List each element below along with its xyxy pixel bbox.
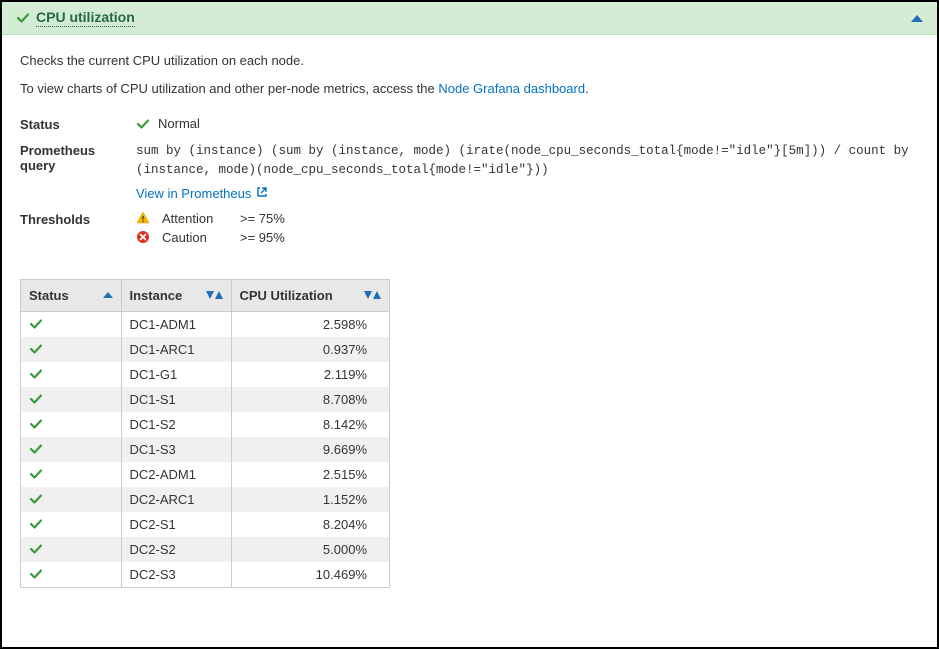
cell-instance: DC1-ARC1 (121, 337, 231, 362)
cell-cpu-util: 9.669% (231, 437, 389, 462)
cell-status (21, 387, 121, 412)
check-icon (29, 392, 113, 406)
check-icon (29, 367, 113, 381)
table-row: DC2-S25.000% (21, 537, 389, 562)
view-in-prometheus-label: View in Prometheus (136, 186, 251, 201)
panel-title: CPU utilization (36, 9, 135, 27)
cell-instance: DC2-ARC1 (121, 487, 231, 512)
column-header-instance[interactable]: Instance (121, 280, 231, 312)
prometheus-label: Prometheus query (20, 142, 130, 173)
table-row: DC1-S18.708% (21, 387, 389, 412)
cell-instance: DC1-ADM1 (121, 311, 231, 337)
cell-cpu-util: 10.469% (231, 562, 389, 587)
table-row: DC2-S18.204% (21, 512, 389, 537)
column-header-status-label: Status (29, 288, 69, 303)
table-row: DC2-S310.469% (21, 562, 389, 587)
cell-status (21, 311, 121, 337)
status-label: Status (20, 116, 130, 132)
cell-instance: DC1-G1 (121, 362, 231, 387)
table-row: DC1-S39.669% (21, 437, 389, 462)
prometheus-block: sum by (instance) (sum by (instance, mod… (136, 142, 919, 201)
sort-icon (206, 291, 223, 299)
check-icon (29, 517, 113, 531)
cell-cpu-util: 1.152% (231, 487, 389, 512)
description-prefix: To view charts of CPU utilization and ot… (20, 81, 438, 96)
panel-body: Checks the current CPU utilization on ea… (2, 35, 937, 608)
check-icon (29, 317, 113, 331)
description-line-2: To view charts of CPU utilization and ot… (20, 79, 919, 99)
cell-instance: DC2-S3 (121, 562, 231, 587)
cell-cpu-util: 2.119% (231, 362, 389, 387)
cell-instance: DC1-S2 (121, 412, 231, 437)
description-suffix: . (585, 81, 589, 96)
cell-instance: DC2-ADM1 (121, 462, 231, 487)
cell-status (21, 362, 121, 387)
threshold-caution-name: Caution (162, 230, 232, 245)
cell-status (21, 537, 121, 562)
panel-header[interactable]: CPU utilization (2, 2, 937, 35)
warning-icon (136, 211, 154, 225)
cell-status (21, 562, 121, 587)
check-icon (29, 542, 113, 556)
check-icon (29, 442, 113, 456)
cell-status (21, 512, 121, 537)
cell-instance: DC2-S1 (121, 512, 231, 537)
prometheus-query: sum by (instance) (sum by (instance, mod… (136, 142, 919, 180)
cell-cpu-util: 8.204% (231, 512, 389, 537)
table-row: DC1-G12.119% (21, 362, 389, 387)
sort-asc-icon (103, 292, 113, 298)
cell-cpu-util: 2.515% (231, 462, 389, 487)
threshold-attention-value: >= 75% (240, 211, 919, 226)
cell-status (21, 412, 121, 437)
cpu-table: Status Instance CPU Ut (20, 279, 390, 588)
cell-status (21, 337, 121, 362)
check-icon (16, 11, 30, 25)
cell-cpu-util: 8.708% (231, 387, 389, 412)
cell-cpu-util: 2.598% (231, 311, 389, 337)
table-row: DC2-ARC11.152% (21, 487, 389, 512)
column-header-status[interactable]: Status (21, 280, 121, 312)
cell-instance: DC1-S3 (121, 437, 231, 462)
check-icon (29, 417, 113, 431)
collapse-icon[interactable] (911, 15, 923, 22)
cell-instance: DC1-S1 (121, 387, 231, 412)
cell-status (21, 437, 121, 462)
check-icon (29, 567, 113, 581)
sort-icon (364, 291, 381, 299)
grafana-dashboard-link[interactable]: Node Grafana dashboard (438, 81, 585, 96)
status-value-row: Normal (136, 116, 919, 131)
table-row: DC1-S28.142% (21, 412, 389, 437)
view-in-prometheus-link[interactable]: View in Prometheus (136, 186, 268, 201)
thresholds-label: Thresholds (20, 211, 130, 227)
cell-instance: DC2-S2 (121, 537, 231, 562)
external-link-icon (256, 186, 268, 201)
thresholds-block: Attention >= 75% Caution >= 95% (136, 211, 919, 245)
description-line-1: Checks the current CPU utilization on ea… (20, 51, 919, 71)
threshold-attention-name: Attention (162, 211, 232, 226)
check-icon (29, 342, 113, 356)
check-icon (29, 467, 113, 481)
check-icon (29, 492, 113, 506)
column-header-cpu-label: CPU Utilization (240, 288, 333, 303)
table-row: DC2-ADM12.515% (21, 462, 389, 487)
table-row: DC1-ADM12.598% (21, 311, 389, 337)
table-row: DC1-ARC10.937% (21, 337, 389, 362)
threshold-caution-value: >= 95% (240, 230, 919, 245)
cell-status (21, 487, 121, 512)
cell-status (21, 462, 121, 487)
cell-cpu-util: 5.000% (231, 537, 389, 562)
check-icon (136, 117, 150, 131)
column-header-cpu[interactable]: CPU Utilization (231, 280, 389, 312)
cell-cpu-util: 0.937% (231, 337, 389, 362)
error-icon (136, 230, 154, 244)
cell-cpu-util: 8.142% (231, 412, 389, 437)
column-header-instance-label: Instance (130, 288, 183, 303)
status-value: Normal (158, 116, 200, 131)
